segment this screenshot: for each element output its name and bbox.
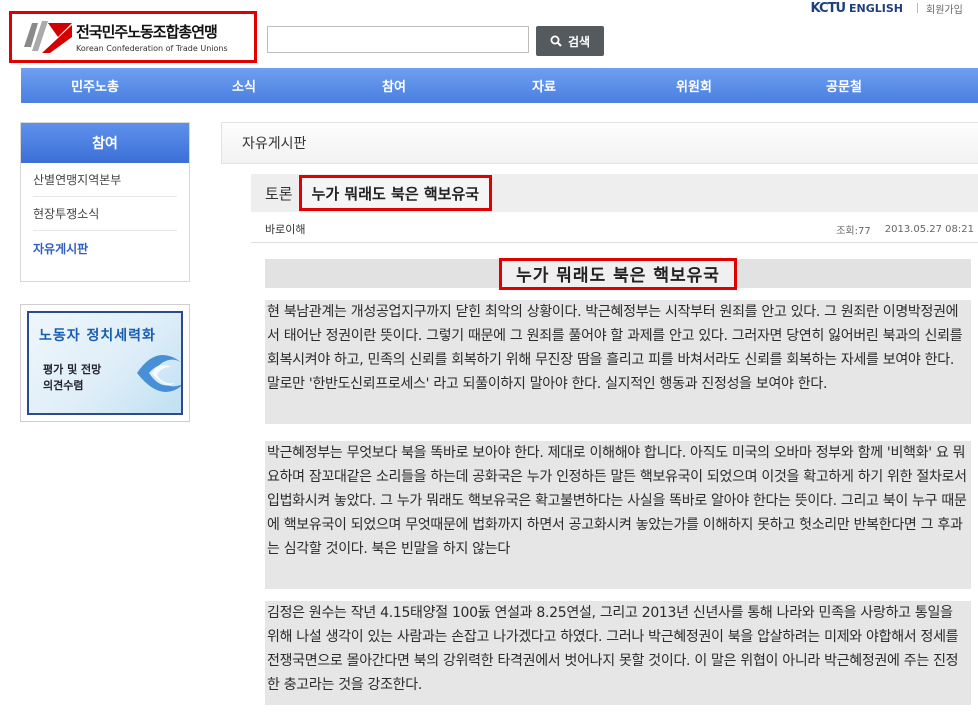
article-paragraph: 박근혜정부는 무엇보다 북을 똑바로 보아야 한다. 제대로 이해해야 합니다.…: [265, 441, 971, 589]
utility-bar: KCTU ENGLISH 회원가입: [811, 0, 978, 16]
post-views: 조회:77: [836, 225, 871, 237]
article-title-bar: 누가 뭐래도 북은 핵보유국: [265, 257, 971, 290]
nav-item-kctu[interactable]: 민주노총: [21, 76, 169, 95]
search-button[interactable]: 검색: [536, 26, 604, 56]
nav-item-committee[interactable]: 위원회: [619, 76, 769, 95]
nav-item-resources[interactable]: 자료: [469, 76, 619, 95]
logo-english-name: Korean Confederation of Trade Unions: [76, 44, 228, 53]
board-name: 자유게시판: [242, 136, 307, 152]
search-input[interactable]: [267, 26, 529, 53]
article-paragraph: 김정은 원수는 작년 4.15태양절 100돐 연설과 8.25연설, 그리고 …: [265, 601, 971, 705]
post-category: 토론: [265, 184, 293, 203]
swirl-graphic-icon: [137, 355, 181, 392]
article-title: 누가 뭐래도 북은 핵보유국: [499, 257, 737, 290]
search-icon: [550, 35, 562, 47]
sidebar-item-regional-unions[interactable]: 산별연맹지역본부: [33, 163, 177, 197]
post-header: 토론 누가 뭐래도 북은 핵보유국: [251, 174, 978, 212]
post-title: 누가 뭐래도 북은 핵보유국: [298, 175, 493, 211]
divider: [917, 3, 918, 13]
post-author[interactable]: 바로이해: [265, 221, 305, 237]
sidebar-title: 참여: [21, 123, 189, 163]
board-title-bar: 자유게시판: [221, 122, 978, 164]
banner-title: 노동자 정치세력화: [39, 328, 156, 344]
english-link[interactable]: ENGLISH: [849, 2, 903, 15]
post-date: 2013.05.27 08:21: [884, 223, 974, 235]
nav-item-documents[interactable]: 공문철: [769, 76, 919, 95]
post-meta: 바로이해 조회:77 2013.05.27 08:21: [251, 215, 978, 243]
site-logo[interactable]: 전국민주노동조합총연맹 Korean Confederation of Trad…: [9, 11, 257, 63]
logo-korean-name: 전국민주노동조합총연맹: [76, 23, 218, 41]
nav-item-participation[interactable]: 참여: [319, 76, 469, 95]
sidebar-item-free-board[interactable]: 자유게시판: [33, 231, 177, 265]
search-button-label: 검색: [567, 34, 591, 49]
kctu-logo-icon: [24, 21, 72, 53]
sidebar-item-field-struggle[interactable]: 현장투쟁소식: [33, 197, 177, 231]
main-nav: 민주노총 소식 참여 자료 위원회 공문철: [21, 68, 978, 103]
kctu-small-logo[interactable]: KCTU: [811, 1, 846, 16]
political-banner[interactable]: 노동자 정치세력화 평가 및 전망 의견수렴: [20, 304, 190, 422]
banner-line-1: 평가 및 전망: [43, 363, 102, 376]
banner-line-2: 의견수렴: [43, 379, 84, 392]
join-link[interactable]: 회원가입: [926, 1, 978, 16]
nav-item-news[interactable]: 소식: [169, 76, 319, 95]
article-paragraph: 현 북남관계는 개성공업지구까지 닫힌 최악의 상황이다. 박근혜정부는 시작부…: [265, 300, 971, 424]
sidebar: 참여 산별연맹지역본부 현장투쟁소식 자유게시판: [20, 122, 190, 282]
